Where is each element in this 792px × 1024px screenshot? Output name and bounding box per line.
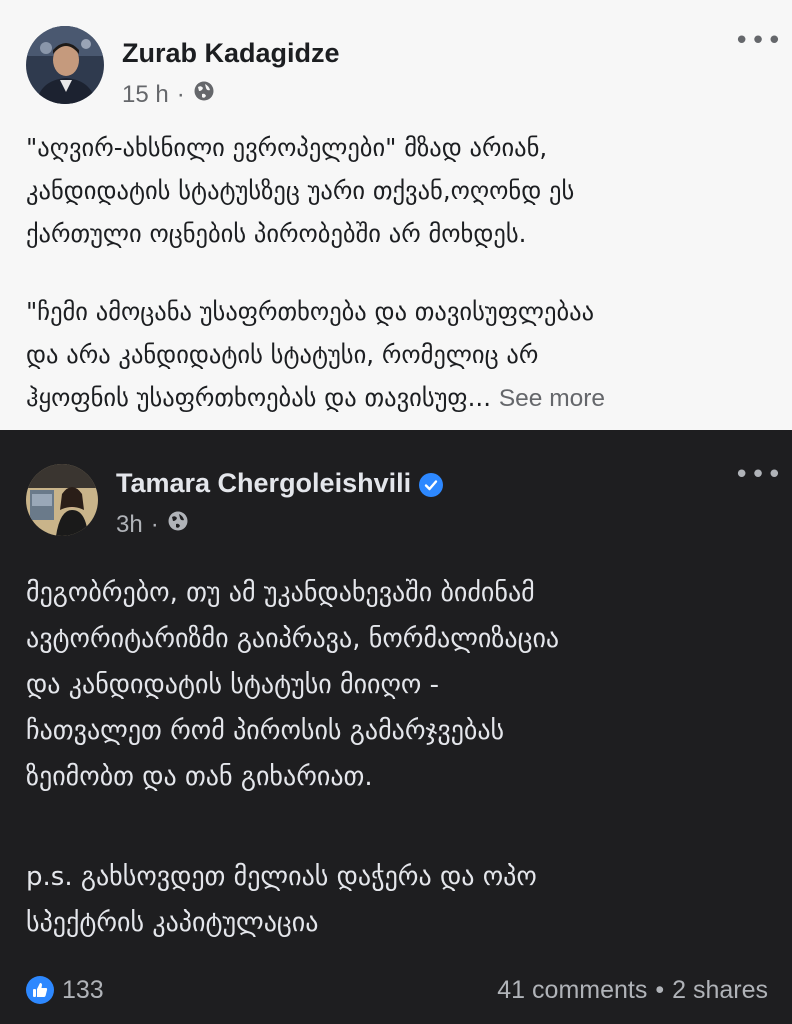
text-line: p.s. გახსოვდეთ მელიას დაჭერა და ოპო	[26, 862, 537, 892]
like-reaction-icon[interactable]	[26, 976, 54, 1004]
post-footer: 133 41 comments • 2 shares	[0, 970, 792, 1010]
text-line: "აღვირ-ახსნილი ევროპელები" მზად არიან,	[26, 133, 548, 162]
text-line: და კანდიდატის სტატუსი მიიღო -	[26, 670, 440, 700]
truncated-text: ჰყოფნის უსაფრთხოებას და თავისუფ...	[26, 383, 492, 412]
author-name[interactable]: Zurab Kadagidze	[122, 38, 340, 69]
meta-separator: ·	[150, 510, 159, 538]
text-line: და არა კანდიდატის სტატუსი, რომელიც არ	[26, 340, 539, 369]
verified-badge-icon	[419, 472, 444, 497]
text-line: ავტორიტარიზმი გაიპრავა, ნორმალიზაცია	[26, 624, 560, 654]
avatar-photo	[26, 26, 104, 104]
globe-icon	[193, 80, 215, 109]
text-line: ჩათვალეთ რომ პიროსის გამარჯვებას	[26, 716, 505, 746]
shares-count[interactable]: 2 shares	[672, 976, 768, 1005]
post-time[interactable]: 3h	[116, 511, 143, 539]
text-line: კანდიდატის სტატუსზეც უარი თქვან,ოღონდ ეს	[26, 176, 575, 205]
post-meta: 3h ·	[116, 510, 189, 539]
globe-icon	[167, 510, 189, 539]
main-post-dark: Tamara Chergoleishvili 3h · ••• მეგობრებ…	[0, 430, 792, 1024]
like-count[interactable]: 133	[62, 976, 104, 1005]
engagement-stats: 41 comments • 2 shares	[497, 976, 768, 1005]
see-more-link[interactable]: See more	[499, 385, 605, 412]
footer-separator: •	[655, 976, 665, 1004]
author-avatar[interactable]	[26, 464, 98, 536]
text-line: სპექტრის კაპიტულაცია	[26, 908, 319, 938]
post-text: "აღვირ-ახსნილი ევროპელები" მზად არიან, კ…	[26, 126, 574, 255]
meta-separator: ·	[176, 80, 185, 108]
post-text: მეგობრებო, თუ ამ უკანდახევაში ბიძინამ ავ…	[26, 570, 559, 800]
text-line: ზეიმობთ და თან გიხარიათ.	[26, 762, 373, 792]
text-line: ქართული ოცნების პირობებში არ მოხდეს.	[26, 219, 527, 248]
post-time[interactable]: 15 h	[122, 81, 169, 109]
post-quote: "ჩემი ამოცანა უსაფრთხოება და თავისუფლება…	[26, 290, 605, 420]
comments-count[interactable]: 41 comments	[497, 976, 647, 1005]
text-line: "ჩემი ამოცანა უსაფრთხოება და თავისუფლება…	[26, 297, 595, 326]
text-line: მეგობრებო, თუ ამ უკანდახევაში ბიძინამ	[26, 578, 535, 608]
author-name-row: Tamara Chergoleishvili	[116, 468, 444, 499]
author-name[interactable]: Tamara Chergoleishvili	[116, 468, 411, 498]
post-ps: p.s. გახსოვდეთ მელიას დაჭერა და ოპო სპექ…	[26, 854, 537, 946]
shared-post-light: Zurab Kadagidze 15 h · ••• "აღვირ-ახსნილ…	[0, 0, 792, 430]
more-options-icon[interactable]: •••	[734, 460, 783, 490]
post-meta: 15 h ·	[122, 80, 215, 109]
text-line-last: ჰყოფნის უსაფრთხოებას და თავისუფ... See m…	[26, 376, 605, 420]
more-options-icon[interactable]: •••	[734, 26, 783, 56]
avatar-photo	[26, 464, 98, 536]
author-avatar[interactable]	[26, 26, 104, 104]
